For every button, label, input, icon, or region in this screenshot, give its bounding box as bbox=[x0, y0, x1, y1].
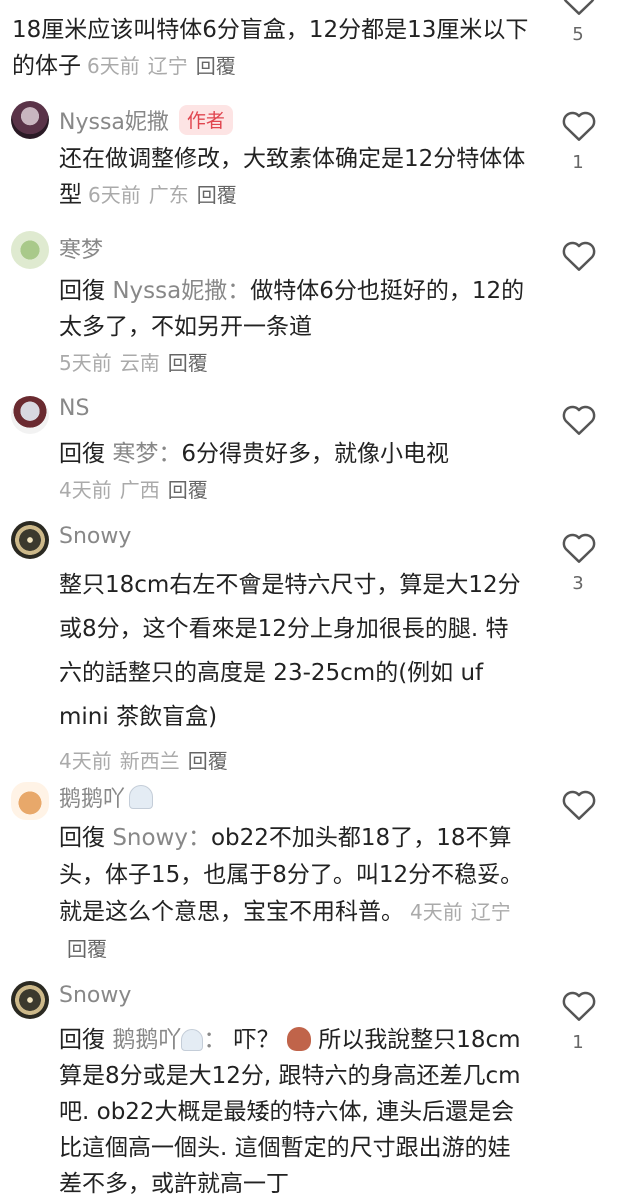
username[interactable]: Snowy bbox=[59, 524, 131, 549]
comment-region: 新西兰 bbox=[119, 749, 180, 773]
mention[interactable]: 寒梦： bbox=[112, 441, 181, 467]
shaved-ice-icon bbox=[129, 785, 154, 809]
comment-time: 6天前 bbox=[87, 54, 140, 78]
like-heart-icon[interactable] bbox=[560, 988, 598, 1022]
comment-region: 广西 bbox=[119, 478, 160, 502]
username: Nyssa妮撒 bbox=[59, 110, 169, 135]
comment-text: 18厘米应该叫特体6分盲盒，12分都是13厘米以下的体子 6天前 辽宁 回覆 bbox=[12, 17, 529, 79]
comment-region: 辽宁 bbox=[470, 900, 511, 924]
username[interactable]: NS bbox=[59, 396, 89, 421]
comment-text: 回復 寒梦：6分得贵好多，就像小电视 4天前 广西 回覆 bbox=[59, 441, 449, 502]
reply-prefix: 回復 bbox=[59, 441, 105, 467]
reply-prefix: 回復 bbox=[59, 825, 105, 851]
comment-region: 广东 bbox=[148, 183, 189, 207]
like-heart-icon[interactable] bbox=[560, 0, 598, 16]
comment-region: 辽宁 bbox=[147, 54, 188, 78]
like-heart-icon[interactable] bbox=[560, 402, 598, 436]
reply-button[interactable]: 回覆 bbox=[196, 54, 236, 78]
like-heart-icon[interactable] bbox=[560, 787, 598, 821]
reply-button[interactable]: 回覆 bbox=[188, 749, 228, 773]
avatar[interactable] bbox=[11, 981, 49, 1019]
like-count: 5 bbox=[572, 24, 584, 45]
reply-prefix: 回復 bbox=[59, 1027, 105, 1053]
like-heart-icon[interactable] bbox=[560, 530, 598, 564]
comment-region: 云南 bbox=[119, 351, 160, 375]
like-count: 1 bbox=[572, 1032, 584, 1053]
comment-text: 回復 鹅鹅吖： 吓？ 所以我說整只18cm算是8分或是大12分, 跟特六的身高还… bbox=[59, 1027, 521, 1197]
avatar[interactable] bbox=[11, 101, 49, 139]
comment-time: 5天前 bbox=[59, 351, 112, 375]
like-count: 3 bbox=[572, 573, 584, 594]
angry-face-emoji-icon bbox=[286, 1027, 311, 1051]
comment-text: 回復 Nyssa妮撒：做特体6分也挺好的，12的太多了，不如另开一条道 5天前云… bbox=[59, 278, 525, 375]
mention[interactable]: Snowy： bbox=[112, 825, 211, 851]
avatar[interactable] bbox=[11, 231, 49, 269]
comment-time: 4天前 bbox=[410, 900, 463, 924]
comment-text: 整只18cm右左不會是特六尺寸，算是大12分或8分，这个看來是12分上身加很長的… bbox=[59, 572, 521, 773]
like-heart-icon[interactable] bbox=[560, 108, 598, 142]
comment-text: 还在做调整修改，大致素体确定是12分特体体型 6天前 广东 回覆 bbox=[59, 146, 526, 208]
avatar[interactable] bbox=[11, 521, 49, 559]
avatar[interactable] bbox=[11, 782, 49, 820]
shaved-ice-icon bbox=[181, 1029, 204, 1051]
comment-time: 4天前 bbox=[59, 478, 112, 502]
reply-button[interactable]: 回覆 bbox=[67, 937, 107, 961]
username[interactable]: 寒梦 bbox=[59, 232, 103, 264]
comment-time: 6天前 bbox=[88, 183, 141, 207]
comment-time: 4天前 bbox=[59, 749, 112, 773]
reply-button[interactable]: 回覆 bbox=[168, 478, 208, 502]
like-count: 1 bbox=[572, 152, 584, 173]
reply-button[interactable]: 回覆 bbox=[168, 351, 208, 375]
username[interactable]: Snowy bbox=[59, 983, 131, 1008]
reply-button[interactable]: 回覆 bbox=[197, 183, 237, 207]
mention[interactable]: 鹅鹅吖： bbox=[112, 1027, 226, 1053]
reply-prefix: 回復 bbox=[59, 278, 105, 304]
author-badge: 作者 bbox=[178, 105, 233, 135]
comment-text: 回復 Snowy：ob22不加头都18了，18不算头，体子15，也属于8分了。叫… bbox=[59, 825, 524, 961]
mention[interactable]: Nyssa妮撒： bbox=[112, 278, 250, 304]
avatar[interactable] bbox=[11, 396, 49, 434]
like-heart-icon[interactable] bbox=[560, 238, 598, 272]
username: 鹅鹅吖 bbox=[59, 787, 126, 812]
